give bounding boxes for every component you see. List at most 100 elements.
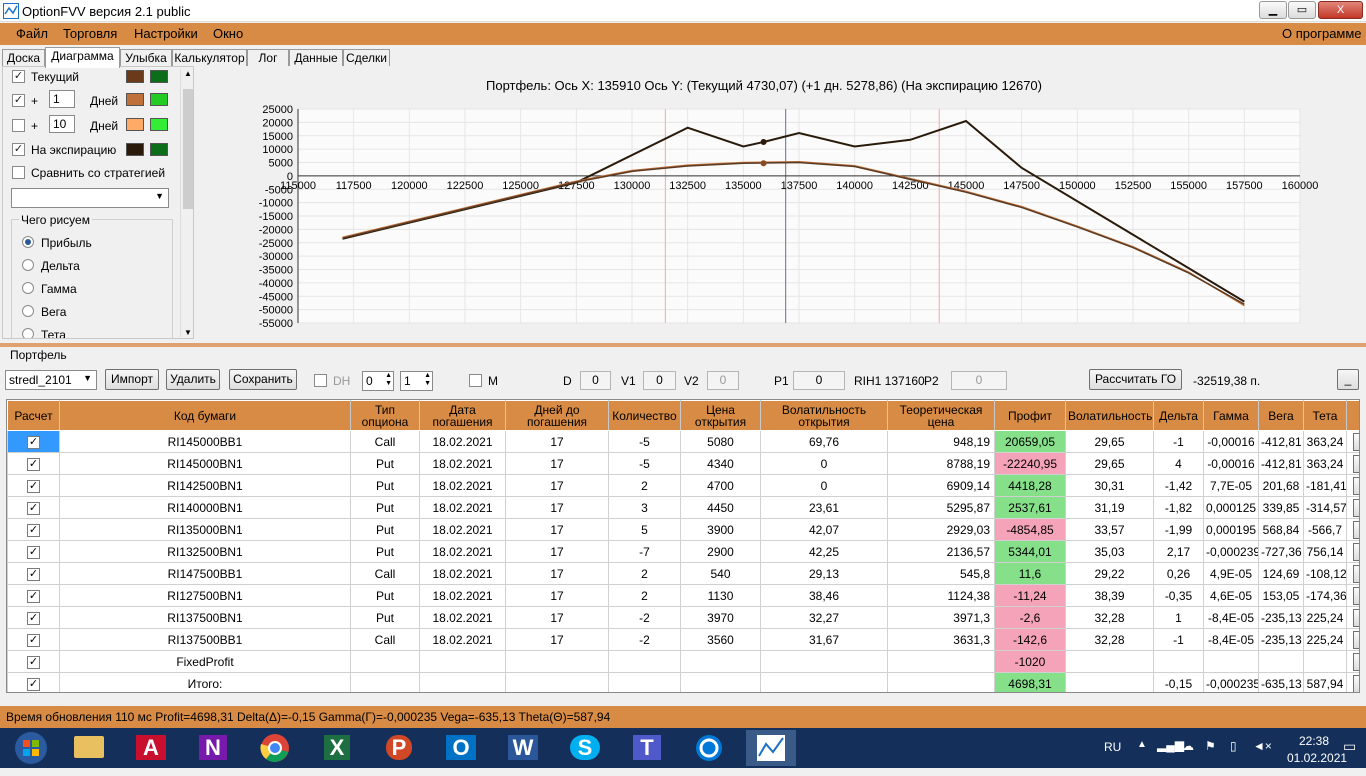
calc-cell[interactable]: ✓: [7, 584, 60, 607]
spin1-input[interactable]: 0 ▲ ▼: [362, 371, 394, 391]
calc-checkbox[interactable]: ✓: [27, 479, 40, 493]
col-header[interactable]: Тета: [1303, 400, 1347, 431]
table-row[interactable]: ✓ RI137500BB1 Call 18.02.2021 17 -2 3560 31,67 3…: [7, 628, 1359, 651]
pdf-reader-icon[interactable]: A: [126, 730, 176, 766]
radio-theta[interactable]: [22, 328, 34, 338]
spin2-input[interactable]: 1 ▲ ▼: [400, 371, 433, 391]
optionfvv-taskbar-icon[interactable]: [746, 730, 796, 766]
calc-cell[interactable]: ✓: [7, 452, 60, 475]
remove-row-button[interactable]: X: [1353, 476, 1359, 495]
expiration-checkbox[interactable]: ✓: [12, 143, 25, 156]
col-header[interactable]: Тип опциона: [350, 400, 420, 431]
calc-cell[interactable]: ✓: [7, 430, 60, 453]
d-field[interactable]: 0: [580, 371, 611, 390]
calc-checkbox[interactable]: ✓: [27, 677, 40, 691]
current-color-swatch[interactable]: [126, 70, 144, 83]
remove-cell[interactable]: X: [1346, 496, 1359, 519]
remove-row-button[interactable]: X: [1353, 586, 1359, 605]
portfolio-table[interactable]: Расчет Код бумаги Тип опциона Дата погашени…: [6, 399, 1360, 693]
col-header[interactable]: Количество: [608, 400, 681, 431]
total-row[interactable]: ✓ Итого: 4698,31 -0,15 -0,000235 -635,13 587,9…: [7, 672, 1359, 692]
remove-row-button[interactable]: X: [1353, 498, 1359, 517]
panel-divider[interactable]: [0, 343, 1366, 347]
calc-checkbox[interactable]: ✓: [27, 611, 40, 625]
current-checkbox[interactable]: ✓: [12, 70, 25, 83]
remove-cell[interactable]: X: [1346, 430, 1359, 453]
m-checkbox[interactable]: [469, 374, 482, 387]
windows-start-icon[interactable]: [2, 730, 60, 766]
v2-field[interactable]: 0: [707, 371, 739, 390]
calc-checkbox[interactable]: ✓: [27, 435, 40, 449]
calc-cell[interactable]: ✓: [7, 650, 60, 673]
fixed-profit-row[interactable]: ✓ FixedProfit -1020 X: [7, 650, 1359, 673]
radio-gamma[interactable]: [22, 282, 34, 294]
payoff-chart[interactable]: Портфель: Ось X: 135910 Ось Y: (Текущий …: [196, 66, 1366, 340]
plus1-color-swatch-2[interactable]: [150, 93, 168, 106]
menu-settings[interactable]: Настройки: [134, 26, 198, 41]
menu-trade[interactable]: Торговля: [63, 26, 117, 41]
remove-row-button[interactable]: X: [1353, 454, 1359, 473]
col-header[interactable]: Профит: [994, 400, 1066, 431]
remove-cell[interactable]: X: [1346, 540, 1359, 563]
calc-checkbox[interactable]: ✓: [27, 589, 40, 603]
outlook-icon[interactable]: O: [436, 730, 486, 766]
table-row[interactable]: ✓ RI137500BN1 Put 18.02.2021 17 -2 3970 32,27 39…: [7, 606, 1359, 629]
table-row[interactable]: ✓ RI145000BN1 Put 18.02.2021 17 -5 4340 0 8788,1…: [7, 452, 1359, 475]
tab-calculator[interactable]: Калькулятор: [172, 49, 247, 67]
col-header[interactable]: Код бумаги: [59, 400, 351, 431]
remove-row-button[interactable]: X: [1353, 564, 1359, 583]
calc-checkbox[interactable]: ✓: [27, 633, 40, 647]
days2-input[interactable]: 10: [49, 115, 75, 133]
save-button[interactable]: Сохранить: [229, 369, 297, 390]
tab-data[interactable]: Данные: [289, 49, 343, 67]
collapse-button[interactable]: _: [1337, 369, 1359, 390]
col-header[interactable]: Цена открытия: [680, 400, 761, 431]
calc-checkbox[interactable]: ✓: [27, 567, 40, 581]
calc-cell[interactable]: ✓: [7, 474, 60, 497]
onenote-icon[interactable]: N: [188, 730, 238, 766]
remove-row-button[interactable]: X: [1353, 652, 1359, 671]
p1-field[interactable]: 0: [793, 371, 845, 390]
file-explorer-icon[interactable]: [64, 730, 114, 766]
tab-deals[interactable]: Сделки: [343, 49, 390, 67]
scroll-up-icon[interactable]: ▲: [181, 69, 193, 78]
remove-row-button[interactable]: X: [1353, 608, 1359, 627]
scroll-thumb[interactable]: [183, 89, 193, 209]
onedrive-icon[interactable]: ☁: [1182, 739, 1194, 753]
word-icon[interactable]: W: [498, 730, 548, 766]
v1-field[interactable]: 0: [643, 371, 676, 390]
calc-cell[interactable]: ✓: [7, 540, 60, 563]
calc-margin-button[interactable]: Рассчитать ГО: [1089, 369, 1182, 390]
radio-vega[interactable]: [22, 305, 34, 317]
calc-checkbox[interactable]: ✓: [27, 545, 40, 559]
language-indicator[interactable]: RU: [1104, 740, 1121, 754]
left-panel-scrollbar[interactable]: ▲ ▼: [180, 69, 193, 337]
skype-icon[interactable]: S: [560, 730, 610, 766]
remove-row-button[interactable]: X: [1353, 630, 1359, 649]
close-button[interactable]: X: [1318, 1, 1363, 19]
maximize-button[interactable]: ▭: [1288, 1, 1316, 19]
table-row[interactable]: ✓ RI135000BN1 Put 18.02.2021 17 5 3900 42,07 292…: [7, 518, 1359, 541]
menu-window[interactable]: Окно: [213, 26, 243, 41]
teams-icon[interactable]: T: [622, 730, 672, 766]
menu-about[interactable]: О программе: [1282, 26, 1362, 41]
table-row[interactable]: ✓ RI147500BB1 Call 18.02.2021 17 2 540 29,13 545…: [7, 562, 1359, 585]
flag-icon[interactable]: ⚑: [1205, 739, 1216, 753]
calc-cell[interactable]: ✓: [7, 672, 60, 692]
remove-cell[interactable]: X: [1346, 474, 1359, 497]
battery-icon[interactable]: ▯: [1230, 739, 1237, 753]
plus10-color-swatch[interactable]: [126, 118, 144, 131]
remove-cell[interactable]: X: [1346, 606, 1359, 629]
spin-arrows-icon[interactable]: ▲ ▼: [385, 372, 392, 388]
clock-time[interactable]: 22:38: [1299, 734, 1329, 748]
calc-checkbox[interactable]: ✓: [27, 523, 40, 537]
plus10-color-swatch-2[interactable]: [150, 118, 168, 131]
tab-board[interactable]: Доска: [2, 49, 45, 67]
radio-profit[interactable]: [22, 236, 34, 248]
radio-delta[interactable]: [22, 259, 34, 271]
table-row[interactable]: ✓ RI140000BN1 Put 18.02.2021 17 3 4450 23,61 529…: [7, 496, 1359, 519]
dh-checkbox[interactable]: [314, 374, 327, 387]
plus10-checkbox[interactable]: [12, 119, 25, 132]
col-header[interactable]: Расчет: [7, 400, 60, 431]
table-row[interactable]: ✓ RI132500BN1 Put 18.02.2021 17 -7 2900 42,25 21…: [7, 540, 1359, 563]
